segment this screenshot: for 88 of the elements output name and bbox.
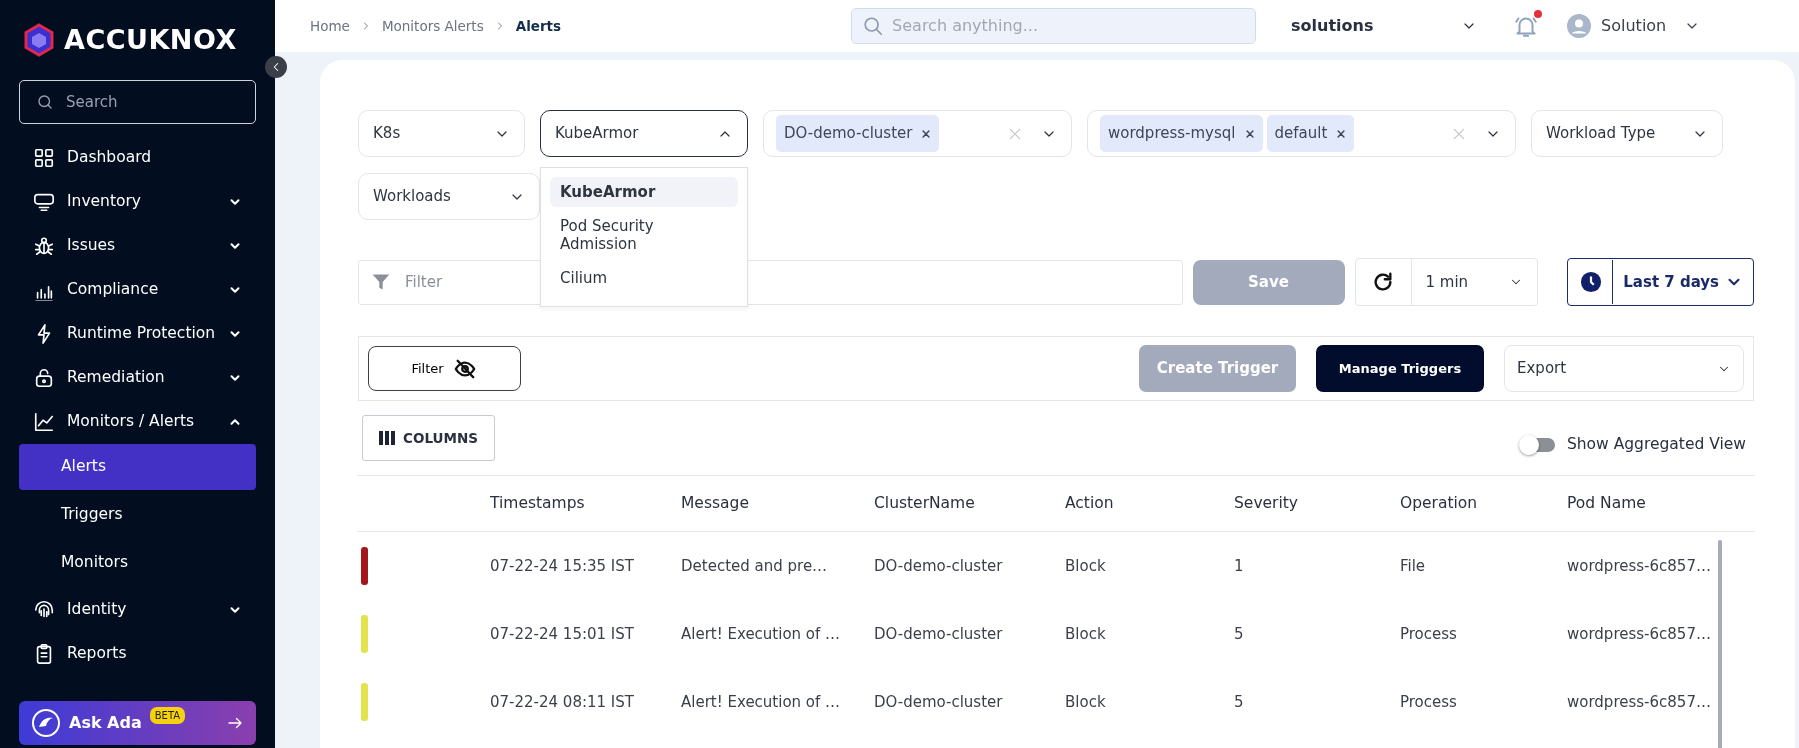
filter-toggle-button[interactable]: Filter <box>368 346 521 391</box>
sidebar-subitem[interactable]: Triggers <box>19 492 256 538</box>
lock-icon <box>33 367 55 389</box>
search-icon <box>36 93 54 111</box>
notifications-button[interactable] <box>1513 13 1540 39</box>
table-cell: DO-demo-cluster <box>874 556 1003 575</box>
table-cell: wordpress-6c857… <box>1567 692 1711 711</box>
sidebar-item[interactable]: Runtime Protection <box>19 312 256 356</box>
table-cell: wordpress-6c857… <box>1567 556 1711 575</box>
table-cell: 07-22-24 08:11 IST <box>490 692 634 711</box>
remove-icon[interactable] <box>1336 128 1347 139</box>
toggle-label: Show Aggregated View <box>1566 434 1746 456</box>
table-cell: DO-demo-cluster <box>874 624 1003 643</box>
table-cell: Process <box>1400 692 1457 711</box>
column-header[interactable]: Timestamps <box>490 491 681 516</box>
logo-text: ACCUKNOX <box>64 22 237 57</box>
table-cell: Block <box>1065 556 1106 575</box>
table-cell: Process <box>1400 624 1457 643</box>
sidebar-item[interactable]: Remediation <box>19 356 256 400</box>
table-cell: Alert! Execution of … <box>681 624 841 643</box>
tag: wordpress-mysql <box>1100 115 1263 152</box>
sidebar-item[interactable]: Identity <box>19 588 256 632</box>
sidebar-item[interactable]: Monitors / Alerts <box>19 400 256 444</box>
search-input[interactable]: Search anything... <box>890 13 1241 39</box>
sidebar-item[interactable]: Compliance <box>19 268 256 312</box>
grid-icon <box>33 147 55 169</box>
column-header[interactable]: ClusterName <box>874 491 1065 516</box>
table-cell: wordpress-6c857… <box>1567 624 1711 643</box>
monitor-icon <box>33 191 55 213</box>
user-menu[interactable]: Solution <box>1567 14 1701 38</box>
select-field[interactable]: Workload Type <box>1531 110 1723 157</box>
tag: DO-demo-cluster <box>776 115 940 152</box>
table-cell: 07-22-24 15:35 IST <box>490 556 634 575</box>
table-cell: DO-demo-cluster <box>874 692 1003 711</box>
table-cell: Block <box>1065 692 1106 711</box>
clock-icon <box>1580 271 1603 293</box>
scrollbar[interactable] <box>1718 540 1722 748</box>
table-cell: 5 <box>1234 692 1244 711</box>
select-field[interactable]: K8s <box>358 110 525 157</box>
ask-ada-button[interactable]: Ask Ada BETA <box>19 701 256 745</box>
table-cell: 1 <box>1234 556 1244 575</box>
export-select[interactable]: Export <box>1504 345 1744 392</box>
sidebar-item[interactable]: Inventory <box>19 180 256 224</box>
manage-triggers-button[interactable]: Manage Triggers <box>1316 345 1484 392</box>
table-cell: 5 <box>1234 624 1244 643</box>
remove-icon[interactable] <box>1244 128 1255 139</box>
table-cell: Block <box>1065 624 1106 643</box>
search-field[interactable]: Search <box>19 80 256 124</box>
remove-icon[interactable] <box>921 128 932 139</box>
column-header[interactable]: Pod Name <box>1567 491 1753 516</box>
sidebar-item[interactable]: Reports <box>19 632 256 676</box>
assistant-icon <box>31 708 61 738</box>
column-header[interactable]: Severity <box>1234 491 1400 516</box>
sidebar-item[interactable]: Issues <box>19 224 256 268</box>
time-range-select[interactable]: Last 7 days <box>1567 258 1754 306</box>
dropdown-option[interactable]: KubeArmor <box>550 177 738 207</box>
sidebar-subitem[interactable]: Monitors <box>19 540 256 586</box>
columns-button[interactable]: COLUMNS <box>362 415 495 461</box>
user-avatar-icon <box>1567 14 1592 38</box>
dropdown-option[interactable]: Pod Security Admission <box>550 211 738 259</box>
toggle-switch[interactable] <box>1520 438 1555 452</box>
workspace-select[interactable]: solutions <box>1291 14 1482 38</box>
collapse-button[interactable] <box>265 56 287 78</box>
logo-icon <box>22 23 56 57</box>
multi-select[interactable]: DO-demo-cluster <box>763 110 1072 157</box>
table-cell: Alert! Execution of … <box>681 692 841 711</box>
search-input[interactable]: Search <box>64 89 244 115</box>
table-cell: Detected and pre… <box>681 556 828 575</box>
beta-badge: BETA <box>149 707 186 724</box>
breadcrumb-current: Alerts <box>515 16 562 36</box>
select-field[interactable]: Workloads <box>358 173 540 220</box>
table-cell: 07-22-24 15:01 IST <box>490 624 634 643</box>
multi-select[interactable]: wordpress-mysql default <box>1087 110 1516 157</box>
columns-icon <box>379 431 396 445</box>
column-header[interactable]: Message <box>681 491 874 516</box>
tag: default <box>1266 115 1355 152</box>
column-header[interactable]: Action <box>1065 491 1234 516</box>
bug-icon <box>33 235 55 257</box>
table-cell: File <box>1400 556 1426 575</box>
breadcrumb-link[interactable]: Home <box>310 15 350 37</box>
line-chart-icon <box>33 411 55 433</box>
filter-icon <box>371 272 391 292</box>
breadcrumb-link[interactable]: Monitors Alerts <box>381 15 484 37</box>
search-icon <box>862 15 885 37</box>
search-field[interactable]: Search anything... <box>851 8 1257 44</box>
sidebar-subitem[interactable]: Alerts <box>19 444 256 490</box>
sidebar-item[interactable]: Dashboard <box>19 136 256 180</box>
column-header[interactable]: Operation <box>1400 491 1567 516</box>
